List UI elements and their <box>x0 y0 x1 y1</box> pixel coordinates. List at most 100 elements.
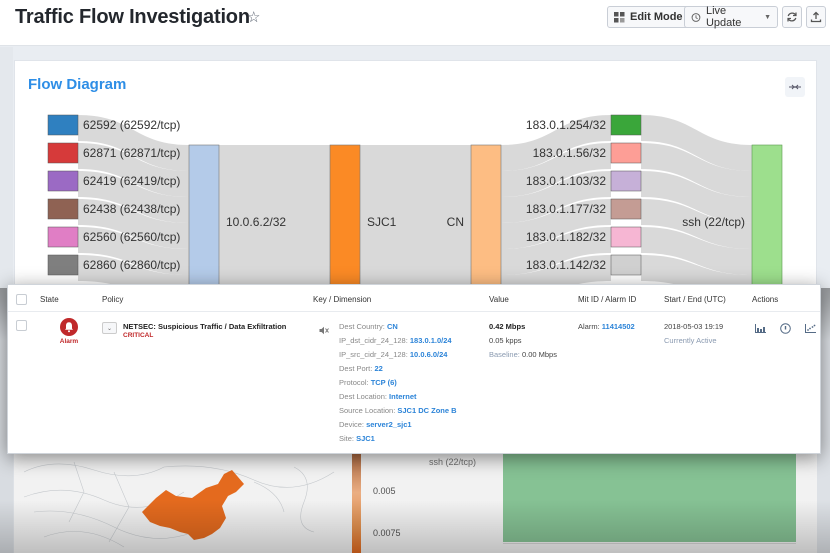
star-outline-icon[interactable]: ☆ <box>247 8 260 26</box>
dimension-item: Dest Country: CN <box>339 320 457 334</box>
sankey-service-node <box>751 144 783 290</box>
bell-icon <box>60 318 78 336</box>
sankey-dest-label: 183.0.1.56/32 <box>533 146 607 160</box>
upload-icon <box>810 11 822 23</box>
column-header-state[interactable]: State <box>40 295 59 304</box>
ssh-bar <box>503 452 796 542</box>
dimension-item: Site: SJC1 <box>339 432 457 446</box>
dimension-key: Dest Country: <box>339 322 387 331</box>
state-label: Alarm <box>59 338 79 345</box>
select-all-checkbox[interactable] <box>16 294 27 305</box>
value-kpps: 0.05 kpps <box>489 336 522 345</box>
page-header: Traffic Flow Investigation ☆ Edit Mode L… <box>0 0 830 46</box>
dimension-item: IP_src_cidr_24_128: 10.0.6.0/24 <box>339 348 457 362</box>
dimension-item: IP_dst_cidr_24_128: 183.0.1.0/24 <box>339 334 457 348</box>
china-region <box>142 470 244 540</box>
column-header-value[interactable]: Value <box>489 295 509 304</box>
sankey-dest-node <box>610 198 642 220</box>
dimension-key: Source Location: <box>339 406 398 415</box>
expand-row-button[interactable]: ⌄ <box>102 322 117 334</box>
dimension-list: Dest Country: CN IP_dst_cidr_24_128: 183.… <box>339 320 457 446</box>
sankey-source-label: 62560 (62560/tcp) <box>83 230 180 244</box>
sankey-source-node <box>47 198 79 220</box>
sankey-source-label: 62438 (62438/tcp) <box>83 202 180 216</box>
sankey-site-node <box>329 144 361 290</box>
header-divider <box>8 311 820 312</box>
page-title: Traffic Flow Investigation <box>15 6 250 28</box>
alarm-id-label: Alarm: <box>578 322 600 331</box>
dimension-value[interactable]: 22 <box>374 364 382 373</box>
dimension-item: Protocol: TCP (6) <box>339 376 457 390</box>
row-actions <box>755 323 816 334</box>
sankey-dest-label: 183.0.1.142/32 <box>526 258 606 272</box>
dimension-value[interactable]: SJC1 <box>356 434 375 443</box>
dimension-value[interactable]: 10.0.6.0/24 <box>410 350 448 359</box>
sankey-dest-node <box>610 254 642 276</box>
lower-panels: 0.005 0.0075 ssh (22/tcp) <box>14 452 817 553</box>
sankey-dest-node <box>610 142 642 164</box>
severity-badge: CRITICAL <box>123 332 154 339</box>
legend-tick: 0.0075 <box>373 528 401 538</box>
traffic-bar-panel: ssh (22/tcp) <box>421 452 817 553</box>
sankey-source-label: 62871 (62871/tcp) <box>83 146 180 160</box>
sankey-dest-node <box>610 226 642 248</box>
dimension-value[interactable]: SJC1 DC Zone B <box>397 406 456 415</box>
policy-name[interactable]: NETSEC: Suspicious Traffic / Data Exfilt… <box>123 322 286 331</box>
dimension-key: IP_dst_cidr_24_128: <box>339 336 410 345</box>
sankey-source-node <box>47 170 79 192</box>
chevron-down-icon: ▼ <box>764 13 771 21</box>
sankey-source-node <box>47 114 79 136</box>
live-update-dropdown[interactable]: Live Update ▼ <box>684 5 778 29</box>
grid-icon <box>614 11 625 22</box>
dimension-value[interactable]: TCP (6) <box>371 378 397 387</box>
column-header-start-end[interactable]: Start / End (UTC) <box>664 295 726 304</box>
dimension-item: Dest Port: 22 <box>339 362 457 376</box>
column-header-key-dimension[interactable]: Key / Dimension <box>313 295 371 304</box>
column-header-policy[interactable]: Policy <box>102 295 123 304</box>
dimension-key: Device: <box>339 420 367 429</box>
dimension-value[interactable]: Internet <box>389 392 417 401</box>
column-header-alarm-id[interactable]: Mit ID / Alarm ID <box>578 295 636 304</box>
sankey-dest-node <box>610 114 642 136</box>
sankey-dest-label: 183.0.1.254/32 <box>526 118 606 132</box>
row-checkbox[interactable] <box>16 320 27 331</box>
dimension-value[interactable]: server2_sjc1 <box>366 420 411 429</box>
export-button[interactable] <box>806 6 826 28</box>
dimension-value[interactable]: CN <box>387 322 398 331</box>
bar-chart-icon[interactable] <box>755 324 766 333</box>
mute-icon[interactable] <box>319 326 329 335</box>
sankey-site-label: SJC1 <box>367 215 397 229</box>
sankey-src-ip-label: 10.0.6.2/32 <box>226 215 286 229</box>
column-header-actions: Actions <box>752 295 779 304</box>
live-update-label: Live Update <box>705 5 742 29</box>
dimension-key: Protocol: <box>339 378 371 387</box>
sankey-country-label: CN <box>447 215 464 229</box>
sankey-dest-node <box>610 170 642 192</box>
sankey-source-label: 62592 (62592/tcp) <box>83 118 180 132</box>
chevron-down-icon: ⌄ <box>106 325 113 332</box>
edit-mode-label: Edit Mode <box>630 11 683 23</box>
sankey-dest-label: 183.0.1.103/32 <box>526 174 606 188</box>
start-end-cell: 2018-05-03 19:19 Currently Active <box>664 320 723 348</box>
bar-label: ssh (22/tcp) <box>429 457 477 467</box>
alarm-state: Alarm <box>58 318 80 345</box>
dashboard-gauge-icon[interactable] <box>780 323 791 334</box>
sankey-source-label: 62860 (62860/tcp) <box>83 258 180 272</box>
edit-mode-button[interactable]: Edit Mode <box>607 6 690 28</box>
sankey-src-ip-node <box>188 144 220 290</box>
x-axis <box>503 543 796 544</box>
dimension-value[interactable]: 183.0.1.0/24 <box>410 336 452 345</box>
alarm-detail-card: State Policy Key / Dimension Value Mit I… <box>7 284 821 454</box>
sankey-service-label: ssh (22/tcp) <box>682 215 745 229</box>
value-cell: 0.42 Mbps 0.05 kpps Baseline: 0.00 Mbps <box>489 320 557 362</box>
dimension-key: IP_src_cidr_24_128: <box>339 350 410 359</box>
sankey-source-node <box>47 142 79 164</box>
alarm-id-link[interactable]: 11414502 <box>602 322 635 331</box>
scatter-chart-icon[interactable] <box>805 324 816 333</box>
clock-refresh-icon <box>691 12 701 22</box>
map-color-legend <box>352 452 361 553</box>
sankey-country-node <box>470 144 502 290</box>
sankey-source-node <box>47 254 79 276</box>
refresh-button[interactable] <box>782 6 802 28</box>
baseline-value: 0.00 Mbps <box>521 350 557 359</box>
